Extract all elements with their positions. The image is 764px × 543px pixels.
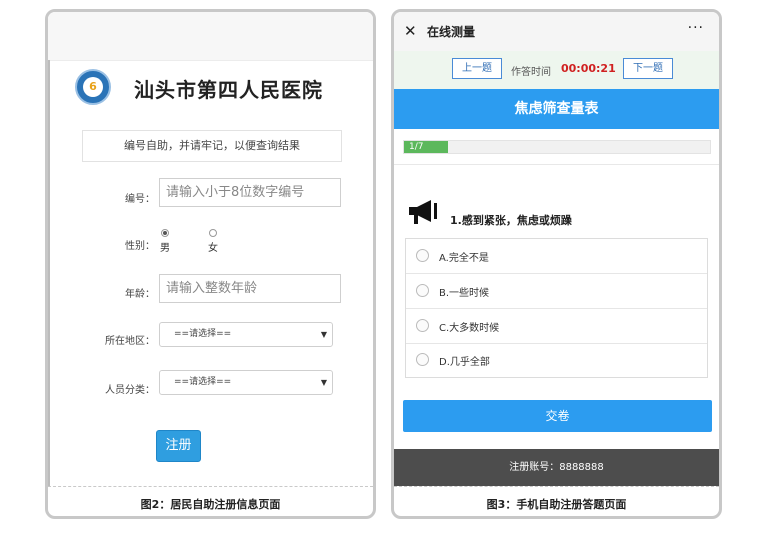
hospital-name: 汕头市第四人民医院 <box>134 78 323 102</box>
answer-options: A.完全不是 B.一些时候 C.大多数时候 D.几乎全部 <box>405 238 708 378</box>
radio-icon[interactable] <box>416 284 429 297</box>
region-label: 所在地区： <box>105 336 155 347</box>
logo-glyph: 6 <box>83 77 103 97</box>
figure-caption: 图3：手机自助注册答题页面 <box>486 498 627 511</box>
id-input[interactable]: 请输入小于8位数字编号 <box>159 178 341 207</box>
registration-notice: 编号自助，并请牢记，以便查询结果 <box>82 130 342 162</box>
caption-divider <box>394 486 719 487</box>
category-label: 人员分类： <box>105 385 155 396</box>
progress-bar: 1/7 <box>403 140 711 154</box>
option-label: C.大多数时候 <box>439 323 500 334</box>
radio-icon[interactable] <box>416 319 429 332</box>
register-button[interactable]: 注册 <box>156 430 201 462</box>
next-question-button[interactable]: 下一题 <box>623 58 673 79</box>
timer-value: 00:00:21 <box>561 62 616 75</box>
chevron-down-icon: ▼ <box>320 378 327 387</box>
question-text: 1.感到紧张，焦虑或烦躁 <box>450 214 572 227</box>
caption-divider <box>48 486 373 487</box>
age-input[interactable]: 请输入整数年龄 <box>159 274 341 303</box>
gender-option-female: 女 <box>208 243 218 254</box>
title-bar: ✕ 在线测量 ··· <box>394 12 719 52</box>
gender-radio-male[interactable] <box>161 229 169 237</box>
progress-fill: 1/7 <box>404 141 448 153</box>
gender-option-male: 男 <box>160 243 170 254</box>
timer-label: 作答时间 <box>511 67 551 78</box>
option-label: D.几乎全部 <box>439 357 490 368</box>
gender-radio-female[interactable] <box>209 229 217 237</box>
megaphone-icon <box>409 200 437 224</box>
category-select[interactable]: ==请选择== ▼ <box>159 370 333 395</box>
radio-icon[interactable] <box>416 249 429 262</box>
survey-phone-frame: ✕ 在线测量 ··· 上一题 作答时间 00:00:21 下一题 焦虑筛查量表 … <box>391 9 722 519</box>
page-title: 在线测量 <box>427 25 476 39</box>
left-edge-scrollbar <box>48 60 50 486</box>
hospital-logo: 6 <box>75 69 111 105</box>
question-toolbar: 上一题 作答时间 00:00:21 下一题 <box>394 51 719 89</box>
registration-phone-frame: 6 汕头市第四人民医院 编号自助，并请牢记，以便查询结果 编号： 请输入小于8位… <box>45 9 376 519</box>
gender-label: 性别： <box>125 241 155 252</box>
radio-icon[interactable] <box>416 353 429 366</box>
option-d[interactable]: D.几乎全部 <box>406 343 707 377</box>
option-a[interactable]: A.完全不是 <box>406 239 707 274</box>
chevron-down-icon: ▼ <box>320 330 327 339</box>
close-icon[interactable]: ✕ <box>404 22 417 40</box>
region-select-value: ==请选择== <box>174 329 232 339</box>
option-c[interactable]: C.大多数时候 <box>406 309 707 344</box>
option-b[interactable]: B.一些时候 <box>406 274 707 309</box>
figure-caption: 图2：居民自助注册信息页面 <box>140 498 281 511</box>
age-label: 年龄： <box>125 289 155 300</box>
top-bar <box>48 12 373 61</box>
survey-title: 焦虑筛查量表 <box>394 89 719 129</box>
prev-question-button[interactable]: 上一题 <box>452 58 502 79</box>
section-divider <box>394 164 719 165</box>
region-select[interactable]: ==请选择== ▼ <box>159 322 333 347</box>
option-label: B.一些时候 <box>439 288 490 299</box>
account-footer: 注册账号：8888888 <box>394 449 719 486</box>
category-select-value: ==请选择== <box>174 377 232 387</box>
option-label: A.完全不是 <box>439 253 489 264</box>
more-icon[interactable]: ··· <box>688 20 704 36</box>
id-label: 编号： <box>125 194 155 205</box>
submit-exam-button[interactable]: 交卷 <box>403 400 712 432</box>
